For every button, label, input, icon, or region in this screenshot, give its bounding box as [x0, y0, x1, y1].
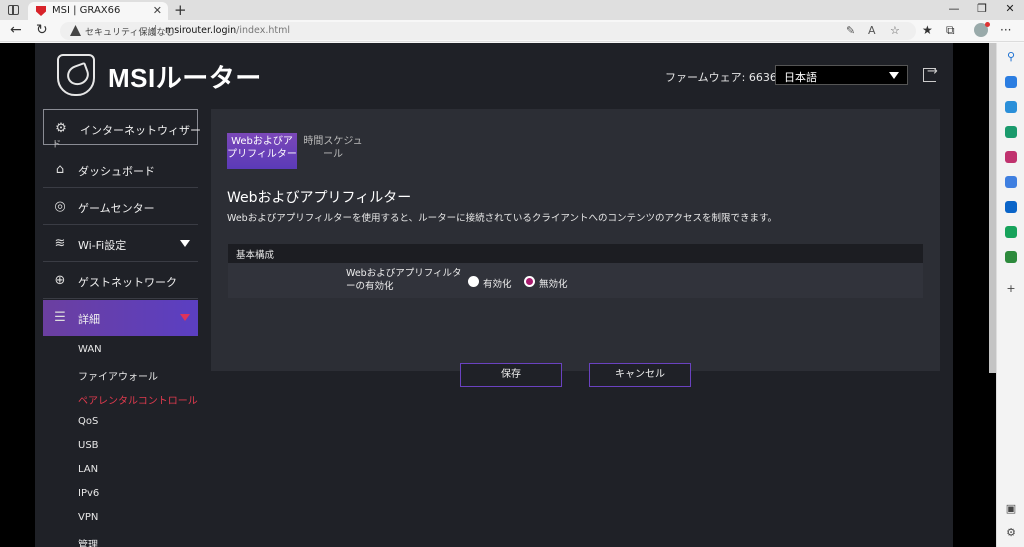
sidebar-layout-icon[interactable]: ▣ — [1005, 503, 1017, 515]
url-path: /index.html — [236, 25, 290, 36]
edge-sidebar: ⚲ + ▣ ⚙ — [996, 43, 1024, 547]
radio-disable-label[interactable]: 無効化 — [539, 276, 568, 290]
submenu-vpn[interactable]: VPN — [78, 512, 98, 523]
router-app: MSIルーター ファームウェア: 663648 日本語 ⚙ インターネットウィザ… — [35, 43, 953, 547]
sidebar-item-dashboard[interactable]: ⌂ ダッシュボード — [43, 152, 198, 188]
sidebar-item-guest-network[interactable]: ⊕ ゲストネットワーク — [43, 263, 198, 299]
sidebar-item-wifi[interactable]: ≋ Wi-Fi設定 — [43, 226, 198, 262]
shopping-icon[interactable] — [1005, 101, 1017, 113]
language-select[interactable]: 日本語 — [775, 65, 908, 85]
sidebar-item-label: 詳細 — [78, 313, 100, 326]
address-bar-row: ← ↻ セキュリティ保護なし msirouter.login/index.htm… — [0, 20, 1024, 42]
bing-chat-icon[interactable] — [1005, 76, 1017, 88]
gamepad-icon: ◎ — [54, 199, 66, 214]
sidebar-item-label: Wi-Fi設定 — [78, 239, 127, 252]
favorite-star-icon[interactable]: ☆ — [890, 24, 900, 37]
security-label[interactable]: セキュリティ保護なし — [85, 25, 174, 38]
page-viewport: MSIルーター ファームウェア: 663648 日本語 ⚙ インターネットウィザ… — [0, 43, 996, 547]
sidebar: ⚙ インターネットウィザー ド ⌂ ダッシュボード ◎ ゲームセンター ≋ Wi… — [43, 109, 201, 547]
back-button[interactable]: ← — [10, 22, 22, 38]
submenu-qos[interactable]: QoS — [78, 416, 98, 427]
text-size-icon[interactable]: A — [868, 24, 876, 37]
brand-title: MSIルーター — [108, 63, 262, 93]
save-button[interactable]: 保存 — [460, 363, 562, 387]
submenu-admin[interactable]: 管理 — [78, 536, 98, 547]
globe-icon: ⊕ — [54, 273, 66, 288]
tab-web-app-filter[interactable]: Webおよびアプリフィルター — [227, 133, 297, 169]
tab-time-schedule[interactable]: 時間スケジュール — [299, 133, 367, 169]
logout-icon[interactable] — [923, 64, 938, 82]
app-header: MSIルーター ファームウェア: 663648 日本語 — [35, 43, 953, 109]
submenu-parental-control[interactable]: ペアレンタルコントロール — [78, 392, 198, 407]
chevron-down-icon — [180, 314, 190, 321]
read-aloud-icon[interactable]: ✎ — [846, 24, 855, 37]
sidebar-item-internet-wizard[interactable]: ⚙ インターネットウィザー ド — [43, 109, 201, 150]
browser-tab[interactable]: MSI | GRAX66 ✕ — [28, 2, 168, 20]
radio-enable-label[interactable]: 有効化 — [483, 276, 512, 290]
home-icon: ⌂ — [55, 162, 65, 177]
sidebar-item-advanced[interactable]: ☰ 詳細 — [43, 300, 198, 336]
section-title: 基本構成 — [236, 250, 275, 261]
tab-title: MSI | GRAX66 — [52, 5, 121, 16]
language-value: 日本語 — [784, 71, 817, 84]
sidebar-item-label: ダッシュボード — [78, 165, 155, 178]
firmware-version: ファームウェア: 663648 — [665, 71, 791, 84]
tab-actions-icon[interactable] — [5, 3, 23, 17]
sidebar-item-label: インターネットウィザー — [80, 124, 201, 137]
add-icon[interactable]: + — [1005, 283, 1017, 295]
sidebar-item-game-center[interactable]: ◎ ゲームセンター — [43, 189, 198, 225]
drop-icon[interactable] — [1005, 226, 1017, 238]
radio-disable[interactable] — [524, 276, 535, 287]
sidebar-item-label: ゲームセンター — [78, 202, 155, 215]
msi-dragon-logo-icon — [57, 54, 95, 96]
gear-icon: ⚙ — [55, 121, 67, 136]
divider — [155, 25, 156, 36]
address-bar[interactable]: セキュリティ保護なし msirouter.login/index.html ✎ … — [60, 22, 916, 40]
chevron-down-icon — [180, 240, 190, 247]
field-label: Webおよびアプリフィルターの有効化 — [346, 268, 462, 292]
submenu-wan[interactable]: WAN — [78, 344, 102, 355]
filter-enable-row: Webおよびアプリフィルターの有効化 有効化 無効化 — [228, 263, 923, 298]
page-title: Webおよびアプリフィルター — [227, 190, 412, 206]
submenu-firewall[interactable]: ファイアウォール — [78, 368, 158, 383]
favorites-icon[interactable]: ★ — [922, 23, 933, 37]
tab-close-icon[interactable]: ✕ — [153, 4, 162, 17]
sidebar-item-label-overflow: ド — [52, 140, 62, 150]
content-panel: Webおよびアプリフィルター 時間スケジュール Webおよびアプリフィルター W… — [211, 109, 940, 387]
profile-avatar[interactable] — [974, 22, 990, 37]
radio-enable[interactable] — [468, 276, 479, 287]
url-text[interactable]: msirouter.login/index.html — [165, 25, 290, 36]
sliders-icon: ☰ — [54, 310, 66, 325]
url-host: msirouter.login — [165, 25, 237, 36]
window-close-button[interactable]: ✕ — [1000, 2, 1020, 15]
search-icon[interactable]: ⚲ — [1005, 51, 1017, 63]
submenu-ipv6[interactable]: IPv6 — [78, 488, 99, 499]
section-header: 基本構成 — [228, 244, 923, 263]
submenu-usb[interactable]: USB — [78, 440, 99, 451]
chevron-down-icon — [889, 72, 899, 79]
msi-favicon-icon — [36, 6, 46, 16]
browser-tab-bar: MSI | GRAX66 ✕ + — ❐ ✕ — [0, 0, 1024, 20]
tree-icon[interactable] — [1005, 251, 1017, 263]
cancel-button[interactable]: キャンセル — [589, 363, 691, 387]
maximize-button[interactable]: ❐ — [972, 2, 992, 15]
reload-button[interactable]: ↻ — [36, 22, 48, 38]
submenu-lan[interactable]: LAN — [78, 464, 98, 475]
warning-icon — [70, 25, 81, 36]
games-icon[interactable] — [1005, 151, 1017, 163]
page-scrollbar[interactable] — [989, 43, 996, 373]
wifi-icon: ≋ — [54, 236, 66, 251]
collections-icon[interactable]: ⧉ — [946, 23, 955, 38]
sidebar-item-label: ゲストネットワーク — [78, 276, 177, 289]
minimize-button[interactable]: — — [944, 2, 964, 15]
new-tab-button[interactable]: + — [174, 0, 187, 20]
settings-gear-icon[interactable]: ⚙ — [1005, 527, 1017, 539]
office-icon[interactable] — [1005, 176, 1017, 188]
outlook-icon[interactable] — [1005, 201, 1017, 213]
page-description: Webおよびアプリフィルターを使用すると、ルーターに接続されているクライアントへ… — [227, 213, 778, 224]
tools-icon[interactable] — [1005, 126, 1017, 138]
more-menu-icon[interactable]: ··· — [1000, 23, 1011, 37]
